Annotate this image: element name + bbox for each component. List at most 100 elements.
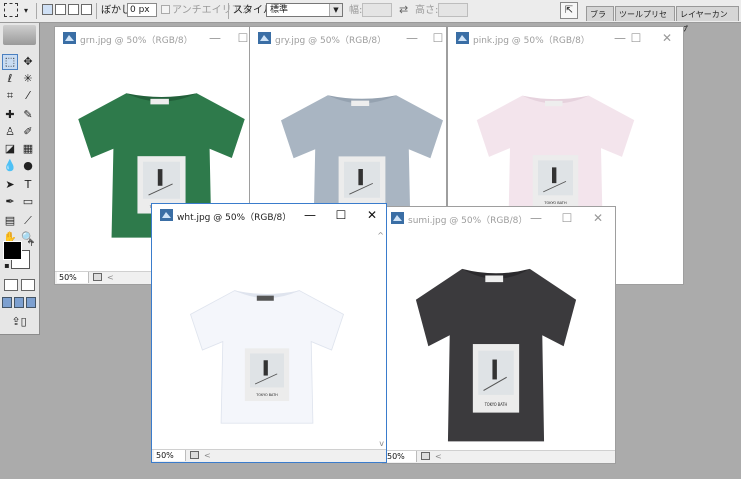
tshirt-image: TOKYO BATH: [189, 290, 345, 424]
tab-brushes[interactable]: ブラシ: [586, 6, 614, 34]
clone-stamp-icon[interactable]: ♙: [2, 124, 18, 140]
status-bar: 50% <: [383, 450, 615, 463]
pen-tool-icon[interactable]: ✒: [2, 194, 18, 210]
dodge-icon[interactable]: ●: [20, 158, 36, 174]
marquee-preset-icon[interactable]: [4, 3, 18, 17]
jump-to-imageready-icon[interactable]: ⇪▯: [4, 314, 34, 330]
blur-icon[interactable]: 💧: [2, 158, 18, 174]
photoshop-file-icon: [258, 32, 271, 44]
photoshop-file-icon: [63, 32, 76, 44]
foreground-color-swatch[interactable]: [3, 241, 22, 260]
history-brush-icon[interactable]: ✐: [20, 124, 36, 140]
maximize-button[interactable]: ☐: [555, 210, 579, 226]
type-tool-icon[interactable]: T: [20, 177, 36, 193]
status-menu-icon[interactable]: [421, 452, 430, 460]
magic-wand-icon[interactable]: ✳: [20, 71, 36, 87]
options-bar: ▾ ぼかし: 0 px アンチエイリアス スタイル: 標準 ▼ 幅: ⇄ 高さ:…: [0, 0, 741, 34]
toolbox: ⬚ ✥ ℓ ✳ ⌗ ⁄ ✚ ✎ ♙ ✐ ◪ ▦ 💧 ● ➤ T ✒ ▭ ▤ ⟋ …: [0, 23, 40, 335]
screen-mode-full-button[interactable]: [26, 297, 36, 308]
gradient-icon[interactable]: ▦: [20, 141, 36, 157]
chevron-down-icon: ▼: [329, 4, 342, 16]
print-text: TOKYO BATH: [543, 201, 567, 205]
subtract-selection-button[interactable]: [68, 4, 79, 15]
document-titlebar[interactable]: sumi.jpg @ 50%（RGB/8） — ☐ ✕: [383, 207, 615, 232]
healing-brush-icon[interactable]: ✚: [2, 107, 18, 123]
status-menu-icon[interactable]: [93, 273, 102, 281]
add-selection-button[interactable]: [55, 4, 66, 15]
eyedropper-icon[interactable]: ⟋: [20, 213, 36, 229]
standard-mode-button[interactable]: [4, 279, 18, 291]
eraser-icon[interactable]: ◪: [2, 141, 18, 157]
tab-layer-comps[interactable]: レイヤーカンプ: [676, 6, 739, 34]
height-label: 高さ:: [415, 5, 439, 16]
brush-tool-icon[interactable]: ✎: [20, 107, 36, 123]
document-canvas[interactable]: TOKYO BATH ^ v: [152, 229, 386, 462]
document-title: gry.jpg @ 50%（RGB/8）: [275, 36, 387, 46]
lasso-tool-icon[interactable]: ℓ: [2, 71, 18, 87]
document-title: wht.jpg @ 50%（RGB/8）: [177, 213, 292, 223]
path-select-icon[interactable]: ➤: [2, 177, 18, 193]
palette-well-icon[interactable]: ⇱: [560, 2, 578, 19]
scroll-up-icon[interactable]: ^: [377, 231, 384, 240]
move-tool-icon[interactable]: ✥: [20, 54, 36, 70]
document-titlebar[interactable]: gry.jpg @ 50%（RGB/8） — ☐: [250, 27, 446, 52]
divider: [228, 3, 229, 19]
feather-input[interactable]: 0 px: [127, 3, 157, 17]
minimize-button[interactable]: —: [298, 207, 322, 223]
print-text: TOKYO BATH: [484, 402, 507, 408]
intersect-selection-button[interactable]: [81, 4, 92, 15]
minimize-button[interactable]: —: [203, 30, 227, 46]
scroll-left-icon[interactable]: <: [204, 450, 211, 461]
scroll-left-icon[interactable]: <: [435, 451, 442, 462]
rectangle-shape-icon[interactable]: ▭: [20, 194, 36, 210]
document-window-wht[interactable]: wht.jpg @ 50%（RGB/8） — ☐ ✕ TOKYO BATH ^ …: [151, 203, 387, 463]
photoshop-feather-icon[interactable]: [3, 25, 36, 45]
maximize-button[interactable]: ☐: [329, 207, 353, 223]
status-menu-icon[interactable]: [190, 451, 199, 459]
style-value: 標準: [270, 5, 289, 15]
zoom-field[interactable]: 50%: [154, 450, 186, 461]
swap-icon[interactable]: ⇄: [399, 3, 408, 16]
zoom-field[interactable]: 50%: [385, 451, 417, 462]
crop-tool-icon[interactable]: ⌗: [2, 88, 18, 104]
photoshop-file-icon: [456, 32, 469, 44]
chevron-down-icon[interactable]: ▾: [24, 3, 28, 18]
zoom-field[interactable]: 50%: [57, 272, 89, 283]
document-titlebar[interactable]: wht.jpg @ 50%（RGB/8） — ☐ ✕: [152, 204, 386, 229]
scroll-down-icon[interactable]: v: [379, 439, 384, 448]
close-button[interactable]: ✕: [360, 207, 384, 223]
document-window-sumi[interactable]: sumi.jpg @ 50%（RGB/8） — ☐ ✕ TOKYO BATH 5…: [382, 206, 616, 464]
photoshop-file-icon: [160, 209, 173, 221]
divider: [96, 3, 97, 19]
default-colors-icon[interactable]: ▪: [2, 261, 12, 271]
close-button[interactable]: ✕: [586, 210, 610, 226]
minimize-button[interactable]: —: [400, 30, 424, 46]
screen-mode-full-menu-button[interactable]: [14, 297, 24, 308]
document-titlebar[interactable]: grn.jpg @ 50%（RGB/8） — ☐: [55, 27, 258, 52]
swap-colors-icon[interactable]: ↰: [25, 239, 35, 249]
antialias-checkbox[interactable]: [161, 5, 170, 14]
document-title: sumi.jpg @ 50%（RGB/8）: [408, 216, 528, 226]
maximize-button[interactable]: ☐: [624, 30, 648, 46]
document-title: grn.jpg @ 50%（RGB/8）: [80, 36, 193, 46]
document-title: pink.jpg @ 50%（RGB/8）: [473, 36, 590, 46]
width-input[interactable]: [362, 3, 392, 17]
quick-mask-button[interactable]: [21, 279, 35, 291]
document-titlebar[interactable]: pink.jpg @ 50%（RGB/8） — ☐ ✕: [448, 27, 683, 52]
marquee-tool-icon[interactable]: ⬚: [2, 54, 18, 70]
notes-icon[interactable]: ▤: [2, 213, 18, 229]
height-input[interactable]: [438, 3, 468, 17]
width-label: 幅:: [349, 5, 363, 16]
tab-tool-presets[interactable]: ツールプリセット: [615, 6, 675, 34]
divider: [36, 3, 37, 19]
photoshop-file-icon: [391, 212, 404, 224]
style-select[interactable]: 標準 ▼: [266, 3, 343, 17]
maximize-button[interactable]: ☐: [426, 30, 446, 46]
close-button[interactable]: ✕: [655, 30, 679, 46]
document-canvas[interactable]: TOKYO BATH: [383, 232, 615, 463]
screen-mode-standard-button[interactable]: [2, 297, 12, 308]
scroll-left-icon[interactable]: <: [107, 272, 114, 283]
new-selection-button[interactable]: [42, 4, 53, 15]
slice-tool-icon[interactable]: ⁄: [20, 88, 36, 104]
minimize-button[interactable]: —: [524, 210, 548, 226]
